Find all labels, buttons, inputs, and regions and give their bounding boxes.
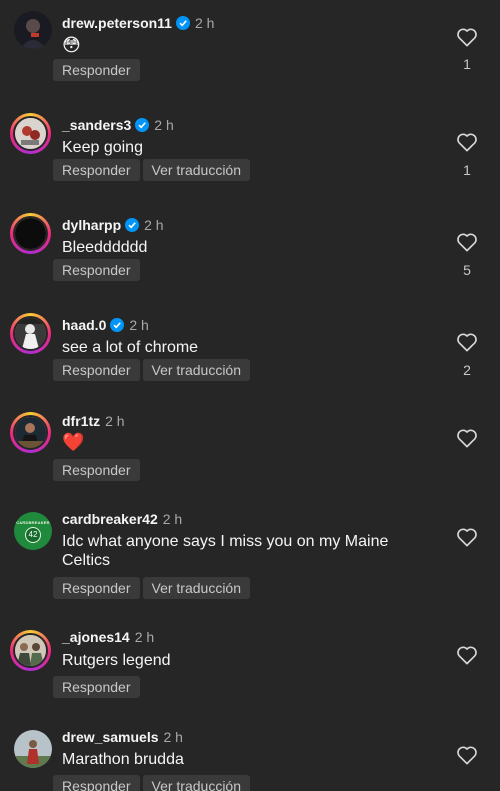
timestamp: 2 h [134, 629, 155, 645]
reply-button[interactable]: Responder [53, 459, 140, 481]
avatar[interactable] [10, 630, 51, 671]
comment-item: drew.peterson11 2 h 😳 Responder 1 [0, 3, 500, 103]
heart-outline-icon[interactable] [456, 332, 478, 352]
avatar-brand-text: CARDBREAKER [16, 519, 50, 525]
comment-text: 😳 [62, 35, 81, 55]
timestamp: 2 h [154, 117, 174, 133]
comment-item: haad.0 2 h see a lot of chrome Responder… [0, 305, 500, 405]
reply-button[interactable]: Responder [53, 359, 140, 381]
timestamp: 2 h [163, 729, 183, 745]
username[interactable]: drew_samuels [62, 729, 159, 745]
heart-outline-icon[interactable] [456, 645, 478, 665]
timestamp: 2 h [129, 317, 149, 333]
comment-text: Idc what anyone says I miss you on my Ma… [62, 533, 389, 569]
timestamp: 2 h [105, 413, 125, 429]
like-count: 2 [463, 362, 471, 378]
heart-outline-icon[interactable] [456, 745, 478, 765]
heart-outline-icon[interactable] [456, 27, 478, 47]
comment-item: _sanders3 2 h Keep going Responder Ver t… [0, 105, 500, 205]
avatar[interactable] [14, 730, 52, 768]
reply-button[interactable]: Responder [53, 577, 140, 599]
timestamp: 2 h [162, 511, 183, 527]
comment-text: Rutgers legend [62, 652, 171, 669]
avatar[interactable] [10, 313, 51, 354]
username[interactable]: drew.peterson11 [62, 15, 172, 31]
like-count: 5 [463, 262, 471, 278]
comment-text: ❤️ [62, 432, 85, 452]
avatar[interactable] [10, 113, 51, 154]
comment-text: Marathon brudda [62, 751, 184, 768]
avatar[interactable] [10, 213, 51, 254]
comment-text: Bleedddddd [62, 239, 148, 256]
username[interactable]: dylharpp [62, 217, 121, 233]
reply-button[interactable]: Responder [53, 775, 140, 791]
username[interactable]: _sanders3 [62, 117, 131, 133]
heart-outline-icon[interactable] [456, 527, 478, 547]
translate-button[interactable]: Ver traducción [142, 359, 250, 381]
avatar[interactable] [10, 412, 51, 453]
like-count: 1 [463, 162, 471, 178]
comment-item: dylharpp 2 h Bleedddddd Responder 5 [0, 205, 500, 305]
verified-badge-icon [125, 218, 140, 232]
verified-badge-icon [175, 16, 190, 30]
verified-badge-icon [135, 118, 150, 132]
username[interactable]: _ajones14 [62, 629, 130, 645]
username[interactable]: cardbreaker42 [62, 511, 158, 527]
reply-button[interactable]: Responder [53, 159, 140, 181]
comment-item: drew_samuels 2 h Marathon brudda Respond… [0, 715, 500, 791]
timestamp: 2 h [144, 217, 164, 233]
comment-item: dfr1tz 2 h ❤️ Responder [0, 405, 500, 500]
comment-text: see a lot of chrome [62, 339, 199, 356]
reply-button[interactable]: Responder [53, 259, 140, 281]
heart-outline-icon[interactable] [456, 232, 478, 252]
heart-outline-icon[interactable] [456, 132, 478, 152]
reply-button[interactable]: Responder [53, 59, 140, 81]
timestamp: 2 h [194, 15, 215, 31]
like-count: 1 [463, 56, 471, 72]
avatar-badge: 42 [25, 526, 41, 543]
heart-outline-icon[interactable] [456, 428, 478, 448]
translate-button[interactable]: Ver traducción [142, 775, 250, 791]
avatar[interactable] [14, 11, 52, 49]
comment-item: CARDBREAKER 42 cardbreaker42 2 h Idc wha… [0, 500, 500, 620]
translate-button[interactable]: Ver traducción [142, 159, 250, 181]
avatar[interactable]: CARDBREAKER 42 [14, 512, 52, 550]
reply-button[interactable]: Responder [53, 676, 140, 698]
username[interactable]: dfr1tz [62, 413, 100, 429]
comments-list: drew.peterson11 2 h 😳 Responder 1 _sande… [0, 0, 500, 791]
translate-button[interactable]: Ver traducción [142, 577, 250, 599]
comment-item: _ajones14 2 h Rutgers legend Responder [0, 620, 500, 715]
comment-text: Keep going [62, 139, 143, 156]
username[interactable]: haad.0 [62, 317, 106, 333]
verified-badge-icon [110, 318, 125, 332]
